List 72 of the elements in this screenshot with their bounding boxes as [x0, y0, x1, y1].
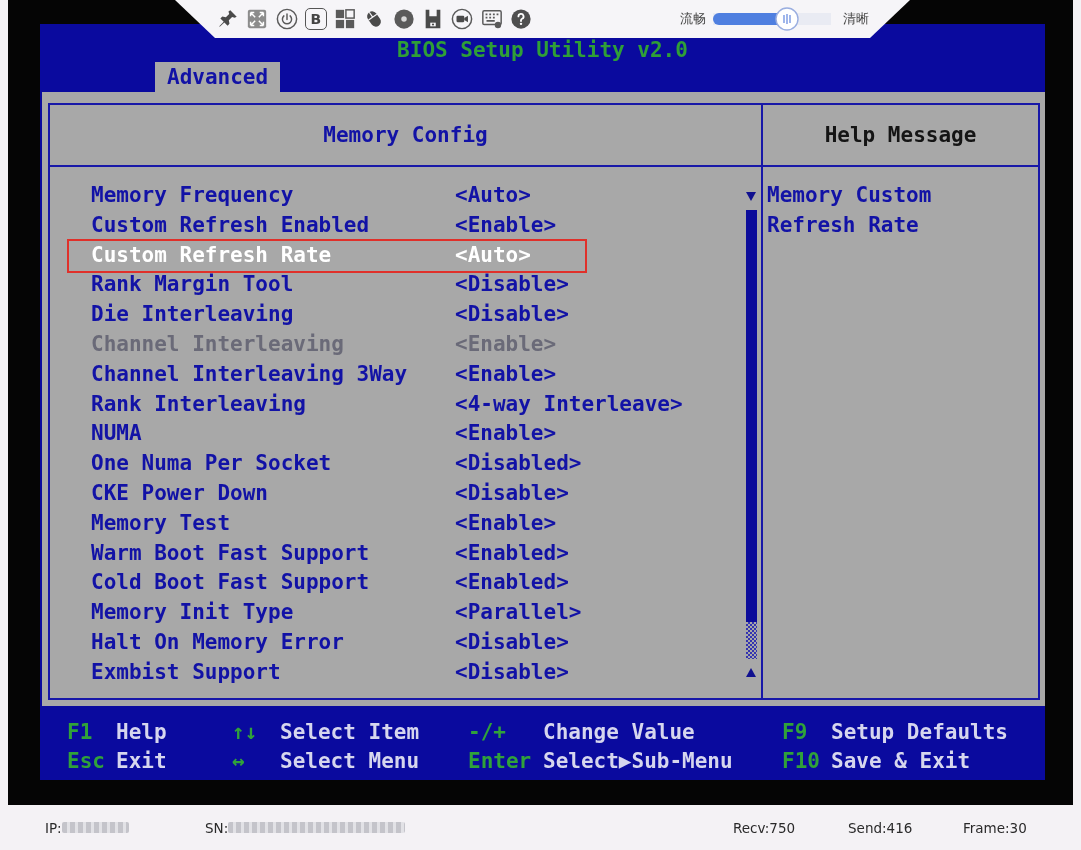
setting-label[interactable]: Memory Init Type	[91, 598, 294, 628]
shortcut-action: Exit	[116, 748, 167, 775]
panel-title: Memory Config	[323, 123, 488, 147]
recv-count: Recv:750	[733, 819, 796, 836]
setting-value[interactable]: <Disable>	[455, 627, 569, 658]
setting-label[interactable]: Memory Frequency	[91, 181, 294, 211]
shortcut-action: Help	[116, 719, 167, 746]
setting-value[interactable]: <Auto>	[455, 181, 531, 211]
expand-icon[interactable]	[246, 8, 269, 30]
setting-label[interactable]: Channel Interleaving 3Way	[91, 359, 408, 390]
shortcut-key: F9	[782, 718, 808, 747]
shortcut-key: Enter	[468, 747, 532, 776]
setting-label[interactable]: Custom Refresh Enabled	[91, 210, 370, 241]
triangle-up-icon[interactable]	[746, 668, 756, 678]
setting-value[interactable]: <Enable>	[455, 419, 557, 450]
video-camera-icon[interactable]	[451, 8, 474, 30]
setting-value[interactable]: <Enable>	[455, 359, 557, 390]
speed-label: 流畅	[679, 10, 706, 28]
help-text: Memory Custom Refresh Rate	[767, 182, 933, 239]
help-title: Help Message	[824, 123, 977, 147]
shortcut-key: -/+	[468, 718, 506, 747]
setting-value[interactable]: <Disable>	[455, 657, 569, 688]
setting-label[interactable]: One Numa Per Socket	[91, 449, 332, 479]
setting-value[interactable]: <Enable>	[455, 210, 557, 241]
frame-rate: Frame:30	[963, 819, 1027, 836]
shortcut-action: Change Value	[543, 719, 695, 746]
disc-icon[interactable]	[392, 8, 415, 30]
shortcut-action: Select▶Sub-Menu	[543, 748, 733, 775]
b-button[interactable]: B	[304, 8, 327, 30]
setting-label[interactable]: Die Interleaving	[91, 300, 294, 330]
keyboard-icon[interactable]	[480, 8, 503, 30]
sn-label: SN:	[205, 819, 229, 836]
setting-value[interactable]: <Disable>	[455, 300, 569, 330]
pin-icon[interactable]	[217, 8, 239, 30]
help-icon[interactable]	[509, 8, 532, 30]
scrollbar-thumb[interactable]	[745, 210, 757, 622]
setting-label[interactable]: Rank Margin Tool	[91, 270, 294, 301]
redacted-text	[61, 822, 129, 833]
shortcut-action: Setup Defaults	[831, 719, 1008, 746]
grid-icon[interactable]	[334, 8, 357, 30]
setting-value[interactable]: <Disable>	[455, 478, 569, 509]
slider-thumb[interactable]	[775, 7, 800, 31]
setting-label[interactable]: Exmbist Support	[91, 657, 281, 688]
setting-label[interactable]: Cold Boot Fast Support	[91, 568, 370, 599]
quality-label: 清晰	[842, 10, 869, 28]
shortcut-action: Select Item	[280, 719, 420, 746]
setting-label[interactable]: NUMA	[91, 419, 142, 450]
ip-label: IP:	[45, 819, 62, 836]
power-icon[interactable]	[275, 8, 298, 30]
setting-label[interactable]: Warm Boot Fast Support	[91, 538, 370, 569]
setting-value[interactable]: <Parallel>	[455, 598, 582, 628]
shortcut-key: F1	[67, 718, 93, 747]
setting-label[interactable]: Rank Interleaving	[91, 389, 306, 420]
triangle-down-icon[interactable]	[746, 191, 756, 201]
setting-value[interactable]: <4-way Interleave>	[455, 389, 683, 420]
shortcut-key: ↑↓	[232, 718, 258, 747]
menu-tab[interactable]: Advanced	[155, 62, 281, 92]
setting-value[interactable]: <Enabled>	[455, 568, 569, 599]
shortcut-action: Select Menu	[280, 748, 420, 775]
setting-label[interactable]: Halt On Memory Error	[91, 627, 344, 658]
shortcut-key: F10	[782, 747, 820, 776]
shortcut-key: ↔	[232, 747, 245, 776]
setting-value[interactable]: <Enabled>	[455, 538, 569, 569]
send-count: Send:416	[848, 819, 913, 836]
setting-label[interactable]: Memory Test	[91, 508, 231, 539]
shortcut-key: Esc	[67, 747, 105, 776]
setting-value[interactable]: <Enable>	[455, 508, 557, 539]
shortcut-action: Save & Exit	[831, 748, 971, 775]
setting-value[interactable]: <Disabled>	[455, 449, 582, 479]
setting-label[interactable]: CKE Power Down	[91, 478, 268, 509]
bios-title: BIOS Setup Utility v2.0	[397, 38, 688, 62]
setting-value[interactable]: <Disable>	[455, 270, 569, 301]
